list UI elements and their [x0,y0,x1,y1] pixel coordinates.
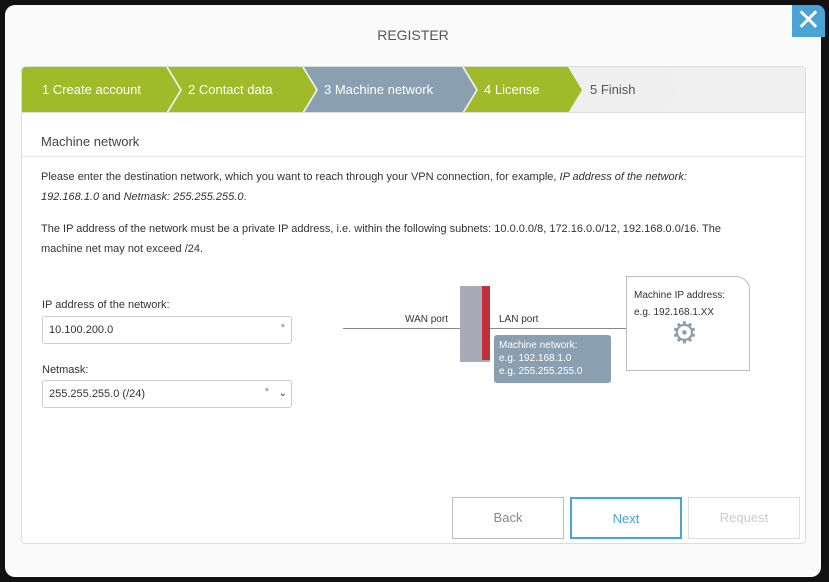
intro-text: Please enter the destination network, wh… [41,171,687,203]
netmask-label: Netmask: [42,364,89,376]
back-button[interactable]: Back [452,497,564,539]
chevron-down-icon: ⌄ [278,388,287,399]
dialog-title: REGISTER [377,27,449,43]
step-finish[interactable]: 5 Finish [570,67,680,113]
step-create-account[interactable]: 1 Create account [22,67,180,113]
router-device-stripe [482,286,490,360]
step-contact-data[interactable]: 2 Contact data [168,67,316,113]
ip-label: IP address of the network: [42,299,170,311]
ip-address-input[interactable]: 10.100.200.0 * [42,316,292,344]
close-button[interactable]: ✕ [792,5,825,37]
lan-line [490,328,626,329]
machine-box: Machine IP address: e.g. 192.168.1.XX ⚙ [626,276,750,371]
subnet-note: The IP address of the network must be a … [41,223,721,255]
wan-port-label: WAN port [405,314,448,325]
lan-port-label: LAN port [499,314,539,325]
next-button[interactable]: Next [570,497,682,539]
wizard-steps: 1 Create account 2 Contact data 3 Machin… [22,67,805,113]
step-machine-network[interactable]: 3 Machine network [304,67,476,113]
divider [22,156,805,157]
close-icon: ✕ [795,4,822,37]
wizard-panel: 1 Create account 2 Contact data 3 Machin… [21,66,806,544]
gear-icon: ⚙ [671,317,698,350]
step-license[interactable]: 4 License [464,67,582,113]
wan-line [343,328,461,329]
register-dialog: REGISTER 1 Create account 2 Contact data… [5,5,821,577]
machine-network-box: Machine network: e.g. 192.168.1.0 e.g. 255… [494,335,611,383]
netmask-select[interactable]: 255.255.255.0 (/24) * ⌄ [42,380,292,408]
request-button[interactable]: Request [688,497,800,539]
section-title: Machine network [41,134,140,149]
